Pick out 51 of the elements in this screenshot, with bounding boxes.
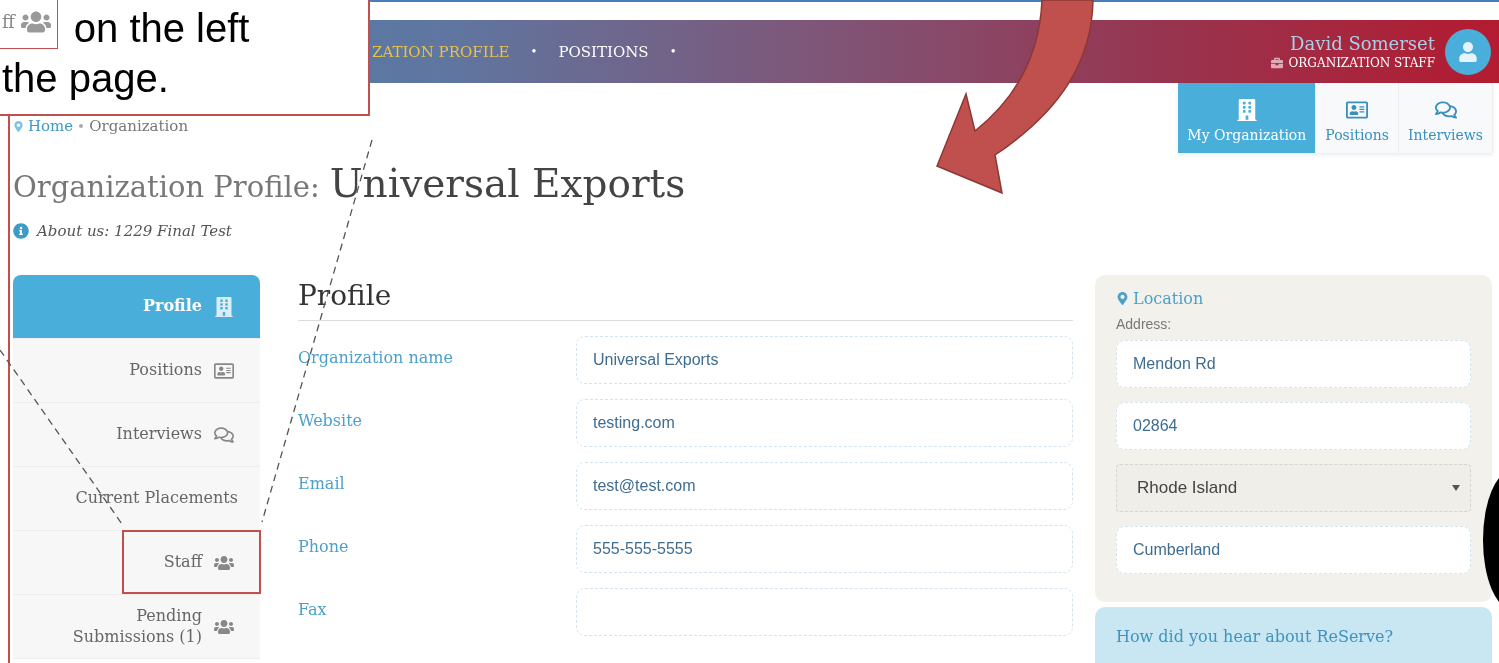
id-card-icon (214, 360, 234, 381)
chat-icon (214, 424, 234, 445)
field-label: Phone (298, 536, 350, 556)
input-field[interactable]: Cumberland (1116, 526, 1471, 574)
breadcrumb-link[interactable]: Home (13, 117, 74, 135)
zoom-chip: ff (0, 0, 58, 49)
id-card-icon (1346, 99, 1369, 121)
field-label: Email (298, 473, 346, 493)
briefcase-icon (1270, 57, 1283, 69)
caret-icon (1452, 485, 1460, 491)
field-label: Organization name (298, 347, 454, 367)
breadcrumb-separator (79, 124, 84, 128)
input-field[interactable]: 555-555-5555 (576, 525, 1073, 573)
input-field[interactable]: 02864 (1116, 402, 1471, 450)
map-marker-icon (13, 120, 24, 132)
sidebar-item[interactable]: Positions (13, 339, 260, 403)
building-icon (214, 296, 234, 317)
panel-heading: Location (1133, 289, 1204, 308)
avatar[interactable] (1445, 28, 1491, 75)
input-field[interactable] (576, 588, 1073, 636)
sidebar-item[interactable]: Interviews (13, 403, 260, 467)
chat-icon (1434, 99, 1457, 121)
building-icon (1235, 99, 1258, 121)
page-title-prefix: Organization Profile: (13, 170, 320, 204)
nav-separator: • (670, 43, 676, 60)
about-text: About us: 1229 Final Test (37, 222, 232, 240)
info-icon (13, 223, 29, 239)
callout-text: on the left (72, 5, 250, 51)
user-name[interactable]: David Somerset (1290, 33, 1435, 54)
breadcrumb-current: Organization (89, 117, 189, 135)
sidebar-item[interactable]: Current Placements (13, 467, 260, 531)
tab[interactable]: Positions (1316, 83, 1399, 153)
input-field[interactable]: test@test.com (576, 462, 1073, 510)
state-select[interactable]: Rhode Island (1116, 464, 1471, 512)
field-label: Website (298, 410, 364, 430)
input-field[interactable]: testing.com (576, 399, 1073, 447)
map-marker-icon (1116, 292, 1129, 305)
section-heading: Profile (298, 275, 1073, 321)
input-field[interactable]: Universal Exports (576, 336, 1073, 384)
input-field[interactable]: Mendon Rd (1116, 340, 1471, 388)
sidebar-item[interactable]: Pending Submissions (1) (13, 595, 260, 659)
user-role: ORGANIZATION STAFF (1288, 56, 1435, 70)
panel-heading: How did you hear about ReServe? (1116, 627, 1394, 646)
nav-link[interactable]: POSITIONS (558, 42, 649, 61)
address-label: Address: (1116, 316, 1173, 332)
nav-separator: • (531, 43, 537, 60)
sidebar-item[interactable]: Staff (13, 531, 260, 595)
field-label: Fax (298, 599, 328, 619)
organization-name-title: Universal Exports (329, 161, 686, 206)
callout-text: the page. (1, 56, 170, 101)
tab[interactable]: Interviews (1399, 83, 1493, 153)
